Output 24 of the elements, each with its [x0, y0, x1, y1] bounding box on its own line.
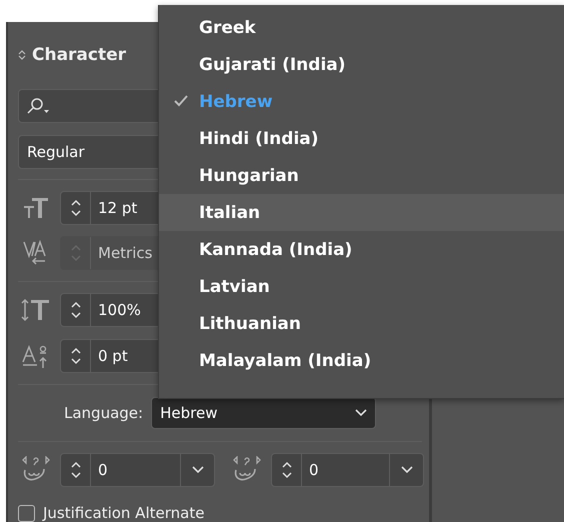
- chevron-down-icon: [355, 409, 368, 418]
- language-dropdown[interactable]: Hebrew: [151, 397, 376, 430]
- menu-item[interactable]: Kannada (India): [159, 231, 564, 268]
- stepper-field[interactable]: 0: [271, 453, 424, 488]
- leading-icon: [21, 298, 51, 322]
- menu-item[interactable]: Lithuanian: [159, 305, 564, 342]
- checkmark-icon: [174, 95, 188, 107]
- menu-item[interactable]: Hungarian: [159, 157, 564, 194]
- menu-item[interactable]: Malayalam (India): [159, 342, 564, 379]
- menu-item[interactable]: Hindi (India): [159, 120, 564, 157]
- menu-item[interactable]: Greek: [159, 9, 564, 46]
- chevron-down-icon: [400, 466, 412, 474]
- chevron-down-icon: [192, 466, 204, 474]
- checkbox[interactable]: [18, 504, 35, 522]
- menu-item[interactable]: Italian: [159, 194, 564, 231]
- panel-title: Character: [32, 44, 126, 65]
- font-size-icon: [23, 196, 49, 219]
- stepper-field[interactable]: 0: [60, 453, 215, 488]
- menu-item[interactable]: Gujarati (India): [159, 46, 564, 83]
- checkbox-label: Justification Alternate: [43, 504, 204, 522]
- menu-item[interactable]: Latvian: [159, 268, 564, 305]
- expand-collapse-icon[interactable]: [18, 48, 26, 61]
- language-label: Language:: [64, 404, 144, 422]
- search-icon: [27, 96, 51, 115]
